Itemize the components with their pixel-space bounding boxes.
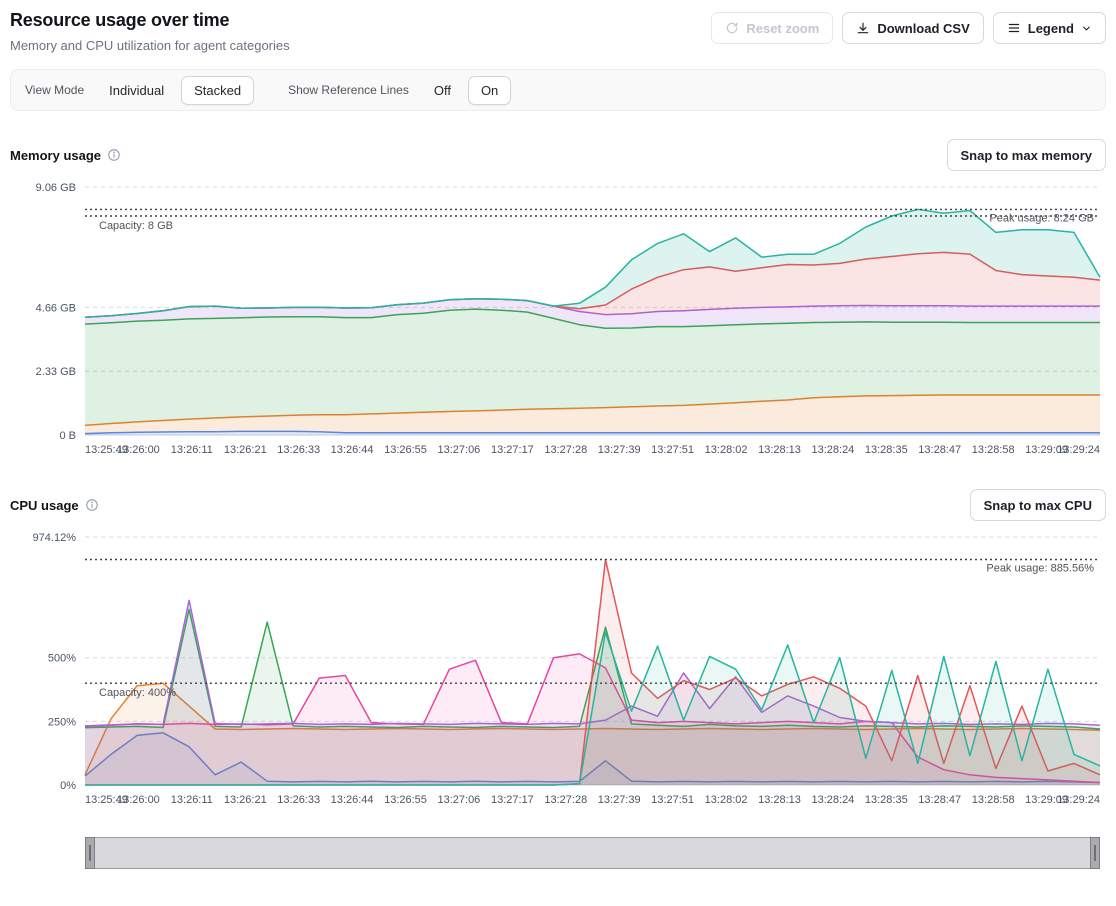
- download-csv-button[interactable]: Download CSV: [842, 12, 983, 44]
- svg-text:13:28:58: 13:28:58: [972, 794, 1015, 806]
- svg-text:13:26:11: 13:26:11: [171, 444, 213, 456]
- svg-text:13:29:24: 13:29:24: [1057, 794, 1100, 806]
- svg-text:13:27:28: 13:27:28: [544, 794, 587, 806]
- cpu-usage-chart[interactable]: 974.12% 500% 250% 0% Capacity: 400% Peak usag…: [10, 527, 1106, 811]
- time-range-scrollbar[interactable]: [85, 837, 1100, 869]
- svg-text:13:26:11: 13:26:11: [171, 794, 213, 806]
- legend-label: Legend: [1028, 21, 1074, 36]
- cpu-info-icon[interactable]: [85, 498, 99, 512]
- svg-text:13:28:35: 13:28:35: [865, 444, 908, 456]
- svg-text:500%: 500%: [48, 653, 76, 665]
- svg-text:Peak usage: 885.56%: Peak usage: 885.56%: [986, 563, 1094, 575]
- memory-usage-section: Memory usage Snap to max memory 9.06 GB 4…: [10, 139, 1106, 461]
- svg-text:13:27:51: 13:27:51: [651, 444, 694, 456]
- svg-text:13:26:44: 13:26:44: [331, 794, 374, 806]
- svg-text:13:26:33: 13:26:33: [277, 794, 320, 806]
- svg-text:13:28:02: 13:28:02: [705, 794, 748, 806]
- reference-lines-off-button[interactable]: Off: [421, 76, 464, 105]
- svg-text:13:26:21: 13:26:21: [224, 794, 267, 806]
- reset-zoom-icon: [725, 21, 739, 35]
- download-icon: [856, 21, 870, 35]
- cpu-usage-title: CPU usage: [10, 498, 79, 513]
- time-range-brush: [10, 837, 1106, 869]
- resource-usage-page: Resource usage over time Memory and CPU …: [0, 0, 1116, 869]
- svg-text:4.66 GB: 4.66 GB: [36, 302, 76, 314]
- svg-text:13:27:39: 13:27:39: [598, 794, 641, 806]
- svg-text:0%: 0%: [60, 780, 76, 792]
- memory-info-icon[interactable]: [107, 148, 121, 162]
- header-actions: Reset zoom Download CSV Legend: [711, 8, 1106, 44]
- svg-text:13:26:00: 13:26:00: [117, 794, 160, 806]
- legend-list-icon: [1007, 21, 1021, 35]
- svg-text:13:28:35: 13:28:35: [865, 794, 908, 806]
- svg-text:13:28:24: 13:28:24: [811, 794, 854, 806]
- svg-text:9.06 GB: 9.06 GB: [36, 182, 76, 194]
- legend-button[interactable]: Legend: [993, 12, 1106, 44]
- snap-to-max-memory-button[interactable]: Snap to max memory: [947, 139, 1107, 171]
- memory-section-header: Memory usage Snap to max memory: [10, 139, 1106, 171]
- svg-text:974.12%: 974.12%: [33, 532, 77, 544]
- svg-text:0 B: 0 B: [59, 430, 76, 442]
- svg-text:Capacity: 8 GB: Capacity: 8 GB: [99, 220, 173, 232]
- svg-text:13:27:17: 13:27:17: [491, 794, 534, 806]
- page-subtitle: Memory and CPU utilization for agent cat…: [10, 38, 290, 53]
- chevron-down-icon: [1081, 23, 1092, 34]
- svg-text:13:27:51: 13:27:51: [651, 794, 694, 806]
- download-csv-label: Download CSV: [877, 21, 969, 36]
- svg-text:13:26:33: 13:26:33: [277, 444, 320, 456]
- svg-text:13:26:21: 13:26:21: [224, 444, 267, 456]
- svg-text:250%: 250%: [48, 716, 76, 728]
- page-header: Resource usage over time Memory and CPU …: [10, 8, 1106, 53]
- reset-zoom-button[interactable]: Reset zoom: [711, 12, 833, 44]
- svg-text:13:26:55: 13:26:55: [384, 794, 427, 806]
- view-mode-stacked-button[interactable]: Stacked: [181, 76, 254, 105]
- snap-to-max-cpu-button[interactable]: Snap to max CPU: [970, 489, 1106, 521]
- svg-text:13:28:24: 13:28:24: [811, 444, 854, 456]
- cpu-usage-section: CPU usage Snap to max CPU 974.12% 500% 250…: [10, 489, 1106, 811]
- svg-text:13:28:13: 13:28:13: [758, 444, 801, 456]
- svg-text:2.33 GB: 2.33 GB: [36, 366, 76, 378]
- page-header-titles: Resource usage over time Memory and CPU …: [10, 8, 290, 53]
- svg-text:13:27:17: 13:27:17: [491, 444, 534, 456]
- svg-text:13:29:24: 13:29:24: [1057, 444, 1100, 456]
- page-title: Resource usage over time: [10, 10, 290, 31]
- cpu-section-header: CPU usage Snap to max CPU: [10, 489, 1106, 521]
- svg-text:13:26:55: 13:26:55: [384, 444, 427, 456]
- view-mode-individual-button[interactable]: Individual: [96, 76, 177, 105]
- svg-text:13:28:47: 13:28:47: [918, 794, 961, 806]
- svg-text:Capacity: 400%: Capacity: 400%: [99, 687, 176, 699]
- memory-usage-chart[interactable]: 9.06 GB 4.66 GB 2.33 GB 0 B Capacity: 8 GB Pe…: [10, 177, 1106, 461]
- svg-text:13:28:47: 13:28:47: [918, 444, 961, 456]
- svg-text:13:26:00: 13:26:00: [117, 444, 160, 456]
- svg-text:13:27:06: 13:27:06: [437, 444, 480, 456]
- svg-text:13:27:06: 13:27:06: [437, 794, 480, 806]
- svg-text:Peak usage: 8.24 GB: Peak usage: 8.24 GB: [989, 212, 1094, 224]
- brush-handle-left[interactable]: [85, 837, 95, 869]
- reference-lines-on-button[interactable]: On: [468, 76, 511, 105]
- reset-zoom-label: Reset zoom: [746, 21, 819, 36]
- svg-text:13:28:13: 13:28:13: [758, 794, 801, 806]
- chart-controls-bar: View Mode Individual Stacked Show Refere…: [10, 69, 1106, 111]
- svg-text:13:26:44: 13:26:44: [331, 444, 374, 456]
- brush-handle-right[interactable]: [1090, 837, 1100, 869]
- show-reference-lines-label: Show Reference Lines: [288, 83, 409, 97]
- svg-text:13:27:28: 13:27:28: [544, 444, 587, 456]
- svg-text:13:28:02: 13:28:02: [705, 444, 748, 456]
- svg-text:13:28:58: 13:28:58: [972, 444, 1015, 456]
- view-mode-label: View Mode: [25, 83, 84, 97]
- svg-text:13:27:39: 13:27:39: [598, 444, 641, 456]
- memory-usage-title: Memory usage: [10, 148, 101, 163]
